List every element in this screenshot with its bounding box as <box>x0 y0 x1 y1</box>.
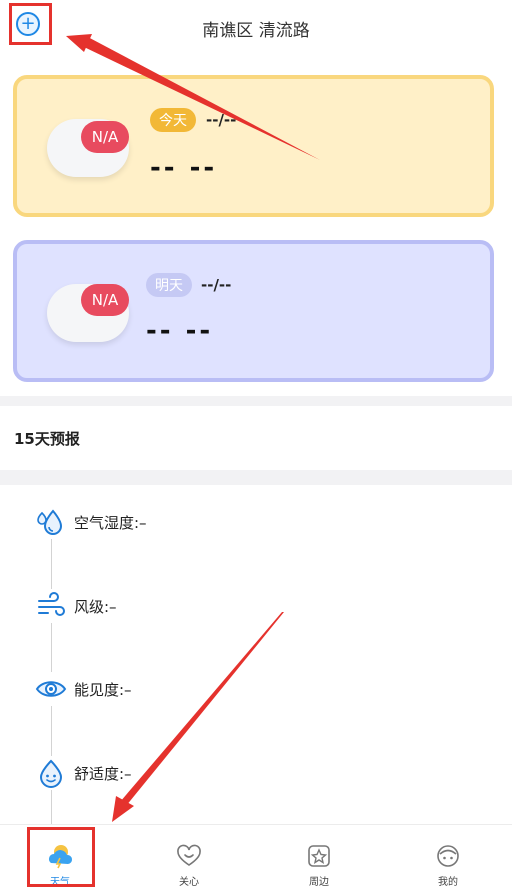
section-divider <box>0 396 512 406</box>
tab-nearby[interactable]: 周边 <box>289 843 349 888</box>
weather-condition: -- -- <box>146 316 214 346</box>
tab-label: 周边 <box>309 877 329 888</box>
section-divider <box>0 470 512 485</box>
visibility-icon <box>34 672 68 706</box>
profile-icon <box>437 845 459 867</box>
detail-wind: 风级:– <box>34 589 117 623</box>
tab-profile[interactable]: 我的 <box>418 843 478 888</box>
detail-label: 风级:– <box>74 597 117 616</box>
humidity-icon <box>34 505 68 539</box>
detail-visibility: 能见度:– <box>34 672 132 706</box>
temp-range: --/-- <box>201 276 232 294</box>
location-title[interactable]: 南谯区 清流路 <box>0 16 512 41</box>
forecast-15day-row[interactable]: 15天预报 <box>0 406 512 470</box>
wind-icon <box>34 589 68 623</box>
detail-comfort: 舒适度:– <box>34 756 132 790</box>
weather-details: 空气湿度:– 风级:– 能见度:– 舒适度:– <box>0 485 512 840</box>
tab-label: 关心 <box>179 877 199 888</box>
detail-label: 舒适度:– <box>74 764 132 783</box>
day-label-tomorrow: 明天 <box>146 273 192 297</box>
header: + 南谯区 清流路 <box>0 0 512 60</box>
nearby-icon <box>308 845 330 867</box>
detail-label: 空气湿度:– <box>74 513 147 532</box>
day-label-today: 今天 <box>150 108 196 132</box>
detail-humidity: 空气湿度:– <box>34 505 147 539</box>
aqi-badge: N/A <box>81 284 129 316</box>
temp-range: --/-- <box>206 111 237 129</box>
tab-label: 我的 <box>438 877 458 888</box>
comfort-icon <box>34 756 68 790</box>
aqi-badge: N/A <box>81 121 129 153</box>
weather-condition: -- -- <box>150 153 218 183</box>
care-icon <box>177 844 201 866</box>
forecast-title: 15天预报 <box>14 430 80 448</box>
annotation-box-weather-tab <box>27 827 95 887</box>
tomorrow-weather-card[interactable]: N/A 明天 --/-- -- -- <box>13 240 494 382</box>
today-weather-card[interactable]: N/A 今天 --/-- -- -- <box>13 75 494 217</box>
detail-label: 能见度:– <box>74 680 132 699</box>
tab-care[interactable]: 关心 <box>159 843 219 888</box>
